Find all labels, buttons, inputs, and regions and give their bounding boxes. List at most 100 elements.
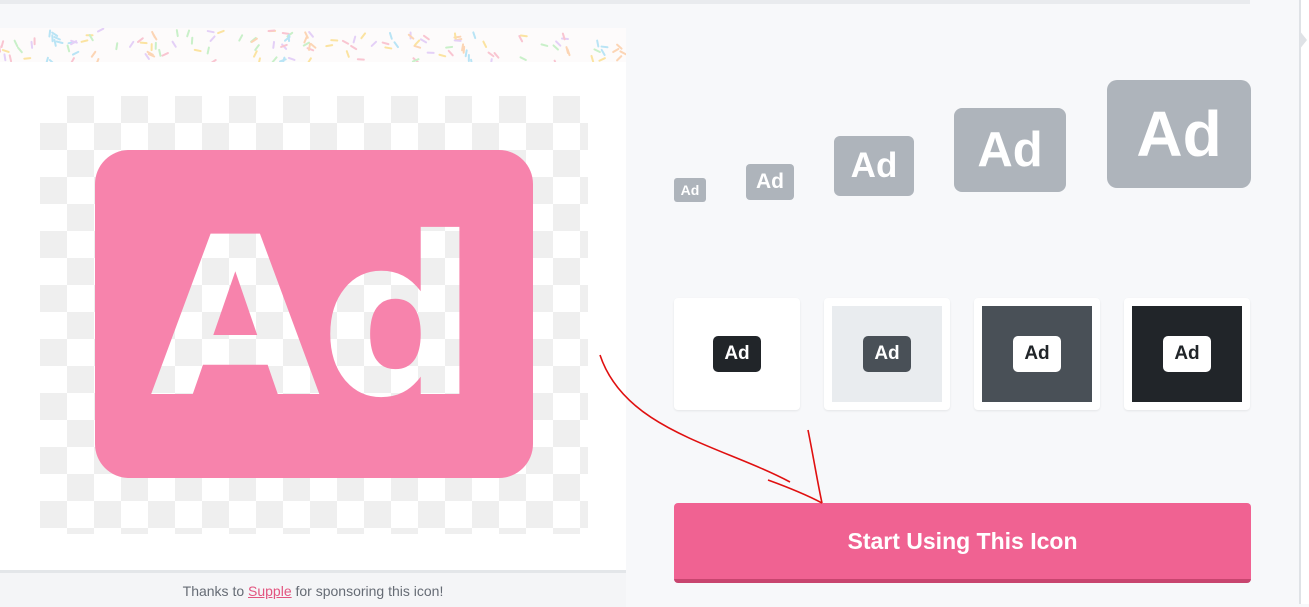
sprinkle xyxy=(287,56,296,61)
sprinkle xyxy=(90,50,97,58)
sprinkle xyxy=(482,40,488,48)
sprinkle xyxy=(206,30,215,34)
bg-swatch-light-gray[interactable]: Ad xyxy=(824,298,950,410)
sprinkle xyxy=(356,58,365,61)
sprinkle xyxy=(154,41,157,50)
sprinkle xyxy=(209,58,217,62)
panel-notch xyxy=(1299,30,1307,50)
sponsor-link[interactable]: Supple xyxy=(248,583,292,599)
sprinkle xyxy=(254,44,260,51)
sprinkle xyxy=(352,35,357,44)
ad-icon-size-xl[interactable]: Ad xyxy=(1107,80,1251,188)
side-panel-edge[interactable] xyxy=(1299,0,1309,604)
sprinkle xyxy=(489,58,493,62)
size-label: Ad xyxy=(1136,98,1222,170)
sponsor-footer: Thanks to Supple for sponsoring this ico… xyxy=(0,570,626,607)
top-divider xyxy=(0,0,1250,4)
sprinkle xyxy=(3,53,7,62)
sprinkle xyxy=(48,29,52,38)
sprinkle xyxy=(393,41,400,49)
sprinkle xyxy=(33,37,36,46)
sprinkle xyxy=(152,33,158,41)
arrow-stroke-3 xyxy=(807,429,823,504)
cta-label: Start Using This Icon xyxy=(847,527,1078,554)
sprinkle xyxy=(330,39,339,42)
sprinkle xyxy=(612,47,620,54)
sprinkle xyxy=(414,39,421,46)
ad-icon-mini: Ad xyxy=(863,336,911,372)
sprinkle xyxy=(445,45,454,49)
swatch-background: Ad xyxy=(1132,306,1242,402)
ad-icon-size-s[interactable]: Ad xyxy=(746,164,794,200)
sprinkle xyxy=(345,50,350,58)
sprinkle xyxy=(190,36,194,45)
sprinkle xyxy=(600,48,606,57)
sprinkle xyxy=(30,40,34,49)
sprinkle xyxy=(419,38,428,44)
bg-swatch-black[interactable]: Ad xyxy=(1124,298,1250,410)
swatch-background: Ad xyxy=(982,306,1092,402)
sprinkle xyxy=(350,44,358,51)
sprinkles-banner xyxy=(0,28,626,62)
sprinkle xyxy=(13,39,19,48)
ad-icon-size-l[interactable]: Ad xyxy=(954,108,1066,192)
sprinkles-decoration xyxy=(0,28,626,62)
sprinkle xyxy=(360,32,367,40)
sprinkle xyxy=(23,57,32,60)
sprinkle xyxy=(306,57,312,62)
sprinkle xyxy=(472,31,477,40)
arrow-stroke-2 xyxy=(767,479,823,504)
size-label: Ad xyxy=(977,123,1043,177)
sprinkle xyxy=(467,54,470,62)
sprinkle xyxy=(600,45,609,49)
ad-icon-mini: Ad xyxy=(1163,336,1211,372)
sprinkle xyxy=(438,53,447,58)
sprinkle xyxy=(598,57,606,62)
bg-swatch-dark-gray[interactable]: Ad xyxy=(974,298,1100,410)
ad-icon-size-m[interactable]: Ad xyxy=(834,136,914,196)
sprinkle xyxy=(464,49,468,58)
sprinkle xyxy=(175,29,179,38)
sprinkle xyxy=(555,40,562,47)
swatch-background: Ad xyxy=(682,306,792,402)
sprinkle xyxy=(619,50,626,56)
sprinkle xyxy=(0,40,5,48)
sprinkle xyxy=(217,29,225,35)
sprinkle xyxy=(45,56,49,62)
start-using-icon-button[interactable]: Start Using This Icon xyxy=(674,503,1251,583)
size-label: Ad xyxy=(680,182,700,198)
ad-icon-mini: Ad xyxy=(1013,336,1061,372)
bg-swatch-white[interactable]: Ad xyxy=(674,298,800,410)
sprinkle xyxy=(8,54,13,62)
sprinkle xyxy=(422,34,430,41)
sprinkle xyxy=(66,44,71,53)
sprinkle xyxy=(590,54,595,62)
sprinkle xyxy=(272,40,276,49)
sprinkle xyxy=(384,46,393,50)
ad-icon-large: Ad xyxy=(95,150,533,478)
mini-label: Ad xyxy=(724,343,750,364)
sprinkle xyxy=(51,34,54,43)
sprinkle xyxy=(209,35,216,42)
size-label: Ad xyxy=(850,146,898,185)
sprinkle xyxy=(48,59,56,62)
ad-icon-mini: Ad xyxy=(713,336,761,372)
ad-icon-glyph: Ad xyxy=(150,190,478,446)
sprinkle xyxy=(552,44,559,51)
sprinkle xyxy=(53,38,57,47)
ad-icon-size-xs[interactable]: Ad xyxy=(674,178,706,202)
icon-preview-card: Ad Thanks to Supple for sponsoring this … xyxy=(0,28,626,607)
sprinkle xyxy=(616,55,623,62)
sponsor-prefix: Thanks to xyxy=(182,583,245,599)
sprinkle xyxy=(16,46,23,54)
sprinkle xyxy=(186,29,191,38)
sprinkle xyxy=(206,46,210,55)
sprinkle xyxy=(97,28,105,33)
sprinkle xyxy=(158,48,162,57)
sponsor-suffix: for sponsoring this icon! xyxy=(295,583,444,599)
sprinkle xyxy=(257,57,261,62)
sprinkle xyxy=(487,51,495,58)
sprinkle xyxy=(381,41,390,46)
sprinkle xyxy=(493,52,500,59)
sprinkle xyxy=(193,48,202,53)
